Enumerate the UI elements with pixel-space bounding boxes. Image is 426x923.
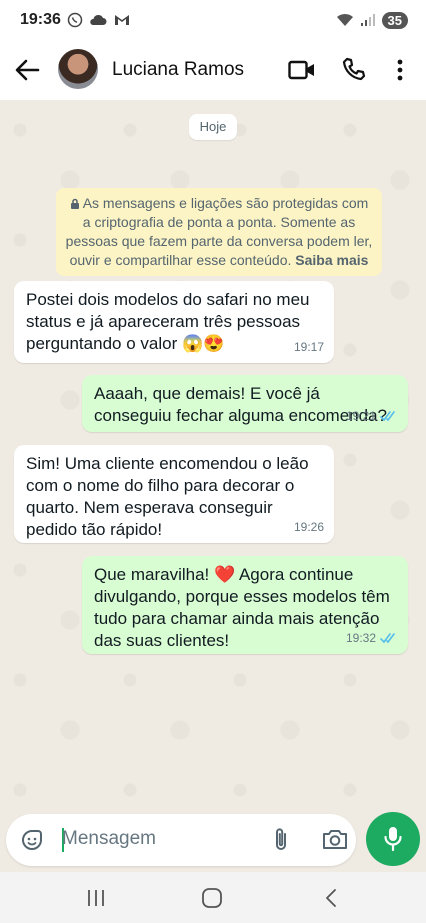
microphone-icon [384, 827, 402, 852]
status-time: 19:36 [20, 11, 61, 28]
message-composer[interactable]: Mensagem [6, 814, 356, 866]
message-input[interactable]: Mensagem [62, 828, 156, 850]
message-bubble-outgoing[interactable]: Aaaah, que demais! E você já conseguiu f… [82, 375, 408, 432]
phone-call-icon[interactable] [342, 57, 366, 81]
encryption-notice[interactable]: As mensagens e ligações são protegidas c… [56, 188, 382, 276]
back-icon[interactable] [324, 888, 338, 908]
message-bubble-incoming[interactable]: Postei dois modelos do safari no meu sta… [14, 281, 334, 363]
whatsapp-icon [67, 12, 83, 28]
message-text: Postei dois modelos do safari no meu sta… [26, 290, 310, 353]
system-navigation-bar [0, 872, 426, 923]
attach-icon[interactable] [272, 827, 290, 853]
sticker-icon[interactable] [20, 828, 44, 852]
message-time: 19:17 [293, 340, 324, 354]
camera-icon[interactable] [322, 828, 348, 850]
cloud-icon [90, 14, 107, 25]
message-text: Aaaah, que demais! E você já conseguiu f… [94, 384, 387, 425]
recent-apps-icon[interactable] [86, 888, 106, 908]
voice-message-button[interactable] [366, 812, 420, 866]
back-arrow-icon[interactable] [14, 58, 40, 82]
date-label: Hoje [189, 114, 237, 140]
message-time: 19:32 [345, 631, 376, 645]
read-receipt-icon [380, 632, 395, 643]
contact-name[interactable]: Luciana Ramos [112, 59, 244, 81]
video-call-icon[interactable] [288, 60, 316, 80]
battery-indicator: 35 [381, 11, 408, 29]
message-text: Sim! Uma cliente encomendou o leão com o… [26, 454, 309, 539]
home-icon[interactable] [201, 887, 223, 909]
more-options-icon[interactable] [396, 58, 404, 82]
chat-area[interactable]: Hoje As mensagens e ligações são protegi… [0, 100, 426, 808]
message-time: 19:26 [293, 520, 324, 534]
lock-icon [70, 198, 79, 209]
status-bar: 19:36 35 [0, 0, 426, 40]
chat-header: Luciana Ramos [0, 40, 426, 100]
signal-icon [360, 14, 375, 26]
message-bubble-outgoing[interactable]: Que maravilha! ❤️ Agora continue divulga… [82, 556, 408, 654]
wifi-icon [336, 13, 353, 26]
message-bubble-incoming[interactable]: Sim! Uma cliente encomendou o leão com o… [14, 445, 334, 543]
avatar[interactable] [58, 49, 98, 89]
message-time: 19:21 [345, 409, 376, 423]
gmail-icon [114, 15, 129, 25]
read-receipt-icon [380, 410, 395, 421]
learn-more-link[interactable]: Saiba mais [295, 252, 368, 268]
